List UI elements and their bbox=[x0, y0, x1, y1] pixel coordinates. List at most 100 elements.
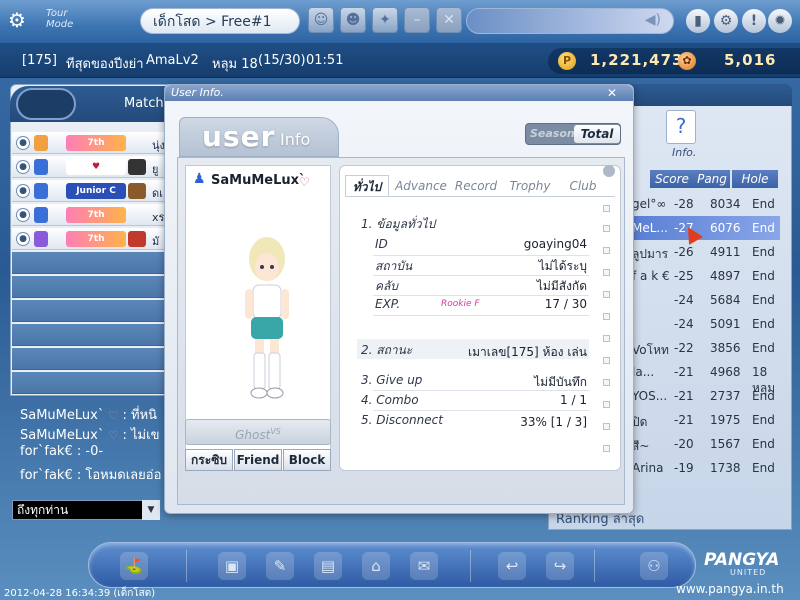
tab-trophy[interactable]: Trophy bbox=[505, 175, 555, 197]
checkbox[interactable] bbox=[603, 379, 610, 386]
season-total-toggle[interactable]: Season Total bbox=[525, 123, 621, 145]
pang-coin-icon: P bbox=[558, 52, 576, 70]
gift-icon[interactable]: ✉ bbox=[410, 552, 438, 580]
checkbox[interactable] bbox=[603, 291, 610, 298]
block-button[interactable]: Block bbox=[283, 449, 331, 471]
score-header[interactable]: Score bbox=[650, 170, 694, 188]
leaderboard-row[interactable]: สี~ -20 1567 End bbox=[632, 432, 780, 456]
chat-target-select[interactable]: ถึงทุกท่าน bbox=[12, 500, 160, 520]
whisper-button[interactable]: ● bbox=[16, 184, 30, 198]
player-row[interactable]: ● ♥ ยู bbox=[12, 156, 178, 178]
tab-club[interactable]: Club bbox=[561, 175, 605, 197]
shop-icon[interactable]: ▣ bbox=[218, 552, 246, 580]
card-icon[interactable]: ▤ bbox=[314, 552, 342, 580]
checkbox[interactable] bbox=[603, 225, 610, 232]
score-value: -21 bbox=[674, 413, 694, 427]
hole-value: End bbox=[752, 245, 775, 259]
window-title: User Info. bbox=[165, 85, 633, 101]
leaderboard-row[interactable]: YOS... -21 2737 End bbox=[632, 384, 780, 408]
leaderboard-row[interactable]: gel°∞ -28 8034 End bbox=[632, 192, 780, 216]
locker-icon[interactable]: ⌂ bbox=[362, 552, 390, 580]
match-toggle[interactable] bbox=[16, 88, 76, 120]
leaderboard-row[interactable]: f a k € -25 4897 End bbox=[632, 264, 780, 288]
checkbox[interactable] bbox=[603, 247, 610, 254]
section-general: 1. ข้อมูลทั่วไป bbox=[361, 217, 436, 231]
leaderboard-row[interactable]: Voโหท -22 3856 End bbox=[632, 336, 780, 360]
score-value: -26 bbox=[674, 245, 694, 259]
leaderboard-row[interactable]: -24 5091 End bbox=[632, 312, 780, 336]
leaderboard-row[interactable]: ลูปมาร -26 4911 End bbox=[632, 240, 780, 264]
scroll-icon[interactable]: ✎ bbox=[266, 552, 294, 580]
whisper-button[interactable]: ● bbox=[16, 160, 30, 174]
user-info-tab: user Info bbox=[179, 117, 339, 157]
tab-advance[interactable]: Advance bbox=[395, 175, 447, 197]
checkbox[interactable] bbox=[603, 205, 610, 212]
exp-label: EXP. bbox=[375, 297, 401, 311]
checkbox[interactable] bbox=[603, 401, 610, 408]
checkbox[interactable] bbox=[603, 335, 610, 342]
player-avatar-icon bbox=[34, 231, 48, 247]
checkbox[interactable] bbox=[603, 269, 610, 276]
channel-selector[interactable]: เด็กโสด > Free#1 bbox=[140, 8, 300, 34]
item-icon[interactable]: ✦ bbox=[372, 7, 398, 33]
pang-header[interactable]: Pang bbox=[694, 170, 730, 188]
info-icon[interactable]: ? bbox=[666, 110, 696, 144]
tab-record[interactable]: Record bbox=[451, 175, 501, 197]
help-icon[interactable]: ! bbox=[742, 9, 766, 33]
back-icon[interactable]: ↩ bbox=[498, 552, 526, 580]
hole-value: End bbox=[752, 437, 775, 451]
character-icon[interactable]: ☺ bbox=[308, 7, 334, 33]
whisper-button[interactable]: กระซิบ bbox=[185, 449, 233, 471]
chat-text: : -0- bbox=[76, 444, 104, 459]
match-tab[interactable]: Match bbox=[10, 86, 180, 122]
empty-slot bbox=[12, 300, 178, 322]
leaderboard-row[interactable]: la... -21 4968 18 หลุม bbox=[632, 360, 780, 395]
leaderboard-row[interactable]: -24 5684 End bbox=[632, 288, 780, 312]
hole-header[interactable]: Hole bbox=[732, 170, 778, 188]
logo-text: Tour Mode bbox=[46, 8, 74, 30]
total-button[interactable]: Total bbox=[574, 125, 620, 143]
empty-slot bbox=[12, 324, 178, 346]
guild-emblem: ♥ bbox=[66, 159, 126, 175]
character-model bbox=[245, 237, 289, 399]
close-icon[interactable]: ✕ bbox=[436, 7, 462, 33]
checkbox[interactable] bbox=[603, 313, 610, 320]
tab-general[interactable]: ทั่วไป bbox=[345, 175, 389, 197]
character2-icon[interactable]: ☻ bbox=[340, 7, 366, 33]
checkbox[interactable] bbox=[603, 445, 610, 452]
pang-value: 8034 bbox=[710, 197, 741, 211]
exit-icon[interactable]: ↪ bbox=[546, 552, 574, 580]
chevron-down-icon[interactable]: ▼ bbox=[142, 500, 160, 520]
player-row[interactable]: ● 7th xร bbox=[12, 204, 178, 226]
heart-icon: ♡ bbox=[108, 429, 119, 442]
id-value: goaying04 bbox=[523, 237, 587, 251]
whisper-button[interactable]: ● bbox=[16, 232, 30, 246]
chat-line: SaMuMeLux` ♡ : ไม่เข bbox=[20, 424, 159, 445]
leaderboard-row[interactable]: MeL... -27 6076 End bbox=[632, 216, 780, 240]
player-name: สี~ bbox=[632, 439, 650, 453]
settings-icon[interactable]: ✹ bbox=[768, 9, 792, 33]
season-button[interactable]: Season bbox=[530, 127, 575, 140]
close-icon[interactable]: ✕ bbox=[607, 85, 617, 101]
course-icon[interactable]: ⛳ bbox=[120, 552, 148, 580]
pangya-subtext: UNITED bbox=[730, 568, 767, 577]
plug-icon[interactable]: ⚇ bbox=[640, 552, 668, 580]
phone-icon[interactable]: ▮ bbox=[686, 9, 710, 33]
volume-slider[interactable]: ◀) bbox=[466, 8, 674, 34]
player-row[interactable]: ● 7th นุ่ง bbox=[12, 132, 178, 154]
minus-icon[interactable]: – bbox=[404, 7, 430, 33]
friend-button[interactable]: Friend bbox=[234, 449, 282, 471]
whisper-button[interactable]: ● bbox=[16, 136, 30, 150]
checkbox[interactable] bbox=[603, 423, 610, 430]
leaderboard-row[interactable]: Arina -19 1738 End bbox=[632, 456, 780, 480]
heart-icon: ♡ bbox=[299, 175, 310, 189]
whisper-button[interactable]: ● bbox=[16, 208, 30, 222]
leaderboard-row[interactable]: ปิด -21 1975 End bbox=[632, 408, 780, 432]
checkbox[interactable] bbox=[603, 357, 610, 364]
club-label: คลับ bbox=[375, 279, 398, 293]
player-row[interactable]: ● Junior C ดเ bbox=[12, 180, 178, 202]
network-icon[interactable]: ⚙ bbox=[714, 9, 738, 33]
ghost-button[interactable]: GhostVS bbox=[185, 419, 331, 445]
score-value: -21 bbox=[674, 365, 694, 379]
player-row[interactable]: ● 7th มั bbox=[12, 228, 178, 250]
